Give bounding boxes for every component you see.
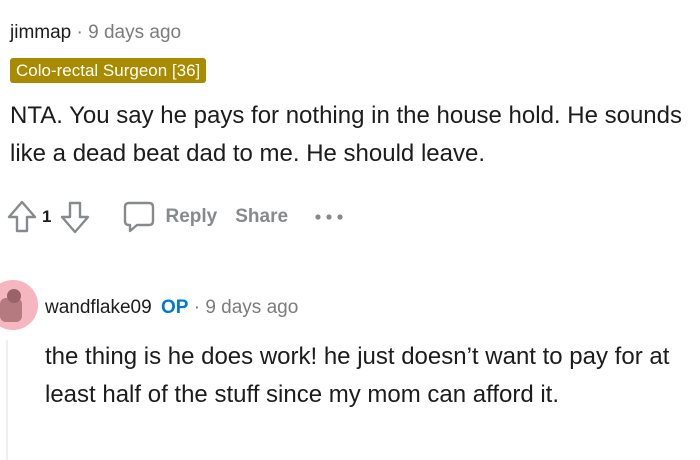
upvote-icon — [7, 200, 37, 233]
thread-line[interactable] — [6, 340, 8, 460]
reply-label: Reply — [165, 206, 218, 227]
op-badge: OP — [160, 297, 189, 318]
more-dots-icon — [315, 214, 343, 220]
vote-score: 1 — [42, 207, 52, 226]
comment-timestamp[interactable]: 9 days ago — [88, 22, 181, 43]
share-button[interactable]: Share — [235, 206, 288, 228]
more-options-button[interactable] — [312, 207, 346, 227]
comment-body: the thing is he does work! he just doesn… — [45, 343, 670, 408]
meta-separator: · — [76, 22, 83, 43]
comment-meta: jimmap · 9 days ago — [10, 18, 690, 48]
downvote-button[interactable] — [57, 197, 93, 237]
meta-separator: · — [193, 297, 201, 318]
downvote-icon — [61, 201, 90, 234]
share-label: Share — [235, 206, 289, 227]
comment-author[interactable]: jimmap — [10, 22, 71, 43]
comment-bubble-icon — [124, 201, 155, 233]
comment-author[interactable]: wandflake09 — [45, 297, 152, 318]
comment-timestamp[interactable]: 9 days ago — [205, 297, 298, 318]
comment-jimmap: jimmap · 9 days ago Colo-rectal Surgeon … — [10, 18, 690, 173]
avatar[interactable] — [0, 280, 38, 330]
avatar-icon — [0, 280, 38, 330]
reply-button[interactable]: Reply — [123, 200, 217, 234]
comment-actions: 1 Reply Share — [4, 197, 346, 237]
comment-meta: wandflake09 OP · 9 days ago — [45, 293, 298, 323]
upvote-button[interactable] — [4, 197, 40, 237]
comment-body: NTA. You say he pays for nothing in the … — [10, 102, 682, 167]
user-flair: Colo-rectal Surgeon [36] — [10, 58, 207, 83]
